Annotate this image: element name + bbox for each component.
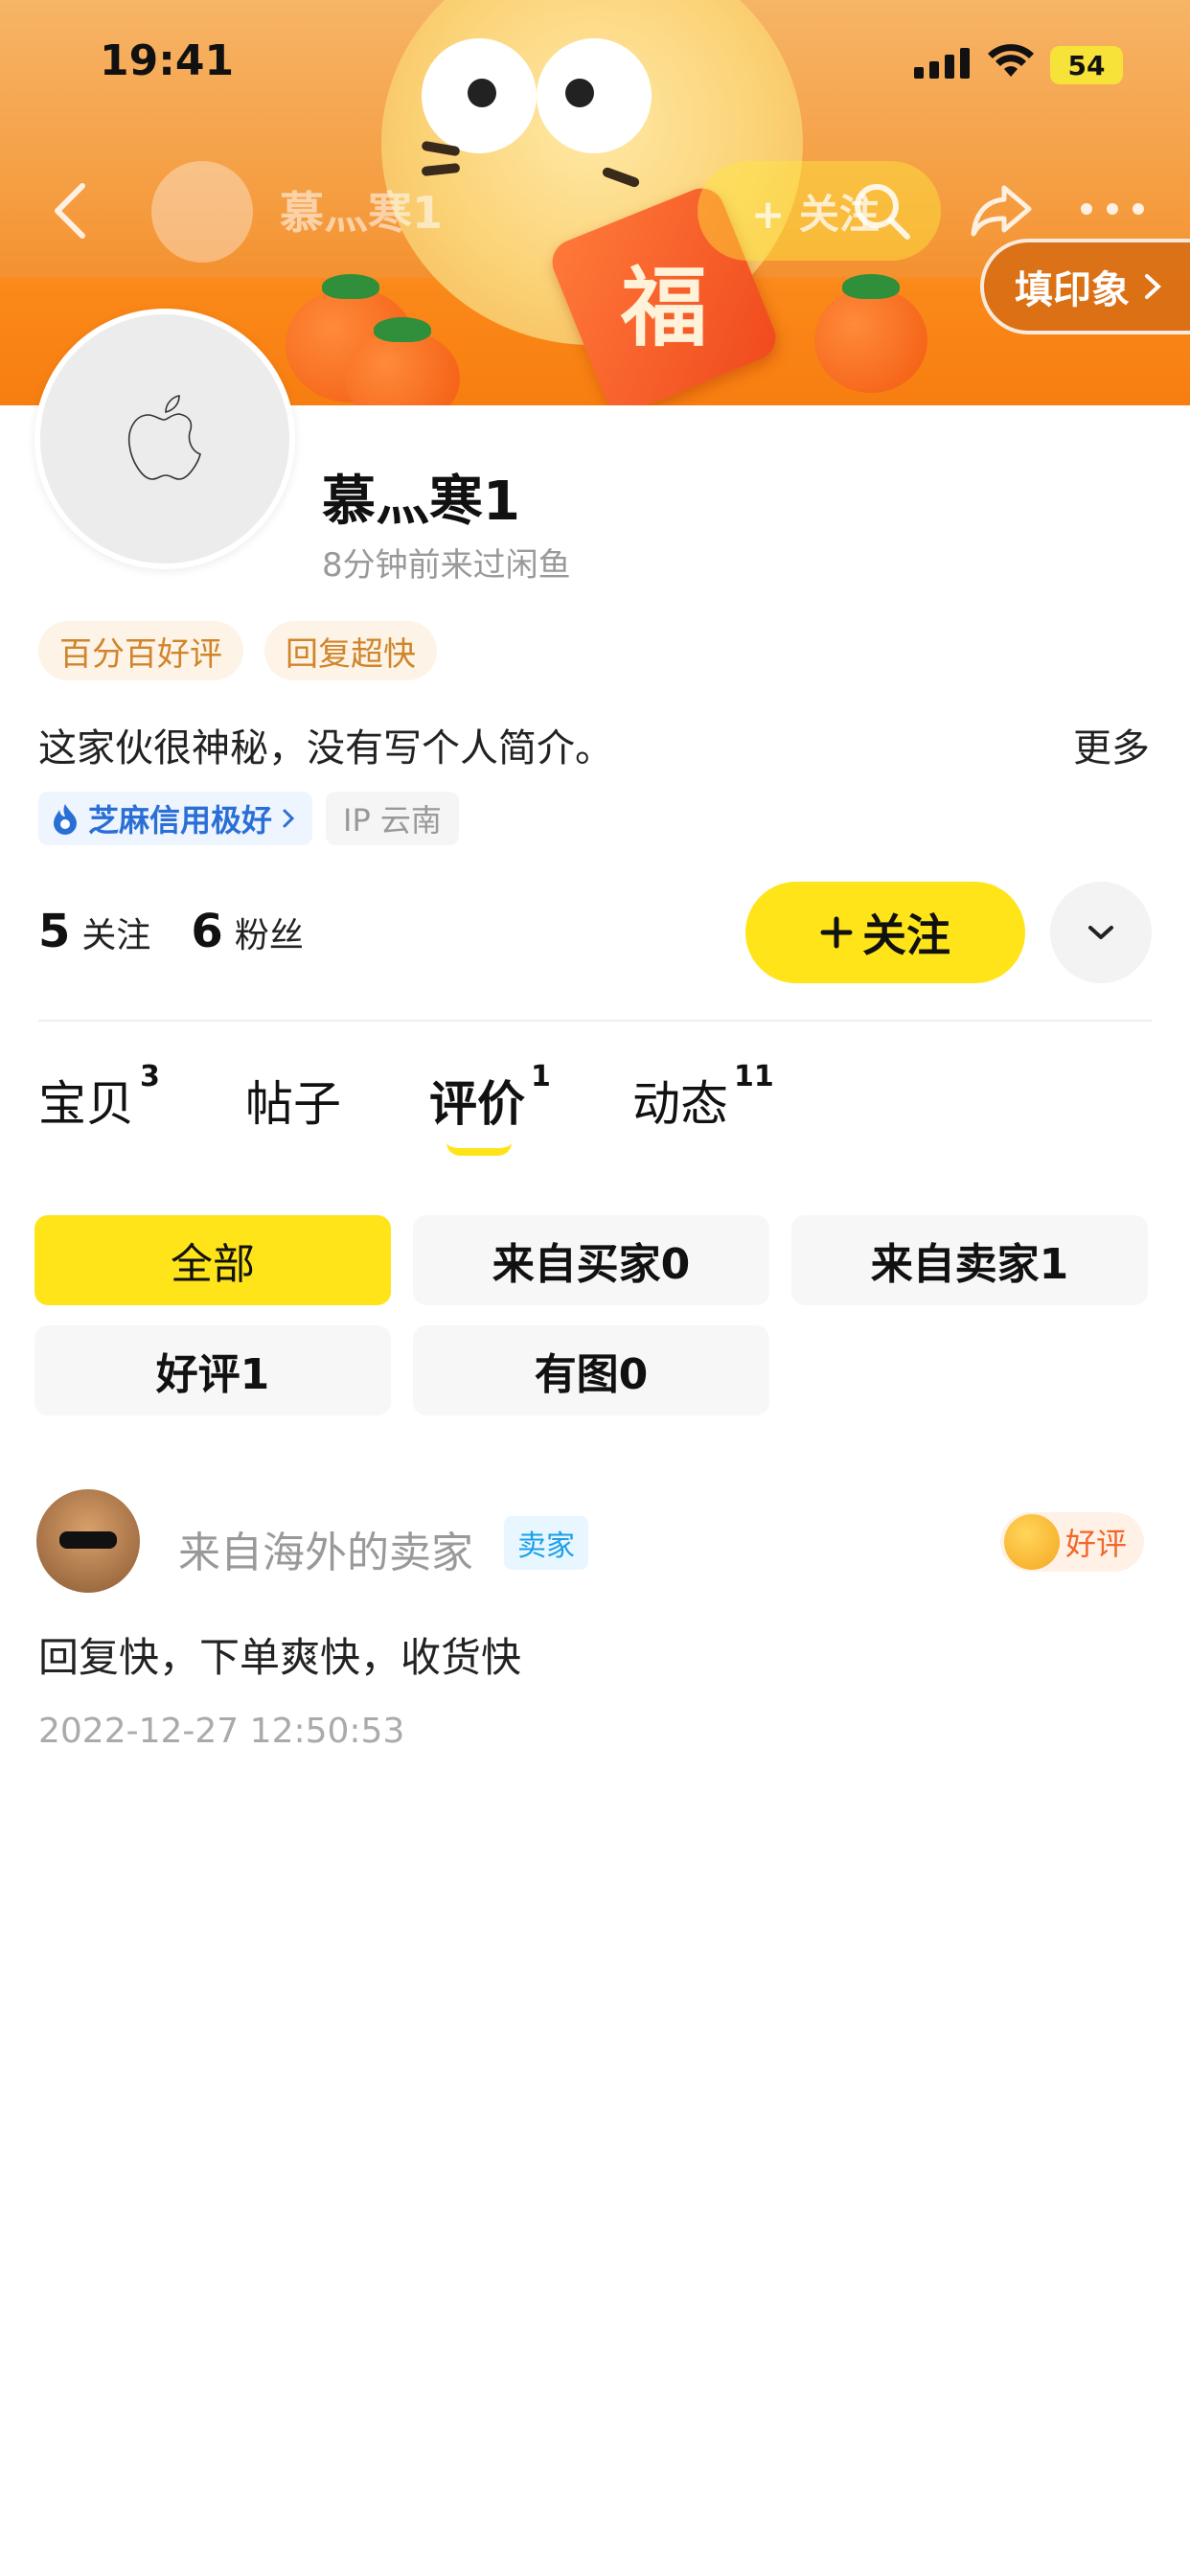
ip-location-tag: IP 云南 xyxy=(326,792,459,845)
profile-avatar[interactable] xyxy=(34,309,295,569)
filter-with-photos[interactable]: 有图0 xyxy=(413,1325,769,1415)
tiger-eye-left xyxy=(422,38,537,153)
following-label[interactable]: 关注 xyxy=(81,908,150,957)
plus-icon xyxy=(820,916,853,949)
persimmon-decoration xyxy=(814,274,927,393)
tab-items-label: 宝贝 xyxy=(38,1076,134,1132)
nav-avatar[interactable] xyxy=(151,161,253,263)
fu-character: 福 xyxy=(621,258,707,358)
wifi-icon xyxy=(988,44,1034,77)
follow-button[interactable]: 关注 xyxy=(745,882,1025,983)
reviewer-role-badge: 卖家 xyxy=(504,1516,588,1570)
chevron-right-icon xyxy=(283,809,295,828)
impression-label: 填印象 xyxy=(1015,268,1130,312)
review-timestamp: 2022-12-27 12:50:53 xyxy=(38,1712,405,1751)
active-tab-indicator xyxy=(446,1142,512,1156)
tab-activity[interactable]: 动态 11 xyxy=(632,1060,774,1135)
rating-label: 好评 xyxy=(1065,1526,1128,1562)
review-text: 回复快，下单爽快，收货快 xyxy=(38,1634,522,1681)
section-divider xyxy=(38,1020,1152,1022)
back-arrow-icon[interactable] xyxy=(50,182,88,240)
filter-positive[interactable]: 好评1 xyxy=(34,1325,391,1415)
more-actions-button[interactable] xyxy=(1050,882,1152,983)
tab-posts[interactable]: 帖子 xyxy=(245,1066,341,1135)
follow-stats: 5 关注 6 粉丝 xyxy=(38,905,332,958)
tiger-eye-right xyxy=(537,38,652,153)
reviewer-avatar[interactable] xyxy=(36,1489,140,1593)
follow-button-label: 关注 xyxy=(862,909,950,961)
fans-count[interactable]: 6 xyxy=(191,905,222,958)
chevron-down-icon xyxy=(1088,926,1113,939)
reviewer-name: 来自海外的卖家 xyxy=(178,1529,473,1577)
credit-label: 芝麻信用极好 xyxy=(88,802,273,839)
profile-name: 慕灬寒1 xyxy=(322,471,520,533)
search-icon[interactable] xyxy=(848,177,915,244)
flame-icon xyxy=(54,804,77,835)
tab-reviews-count: 1 xyxy=(531,1060,551,1093)
chevron-right-icon xyxy=(1145,274,1161,299)
share-icon[interactable] xyxy=(970,180,1033,238)
status-time: 19:41 xyxy=(100,36,235,85)
tab-activity-count: 11 xyxy=(734,1060,774,1093)
tab-activity-label: 动态 xyxy=(632,1076,728,1132)
filter-from-buyers[interactable]: 来自买家0 xyxy=(413,1215,769,1305)
tab-reviews-label: 评价 xyxy=(429,1076,525,1132)
tag-fast-reply: 回复超快 xyxy=(264,621,437,680)
last-seen-text: 8分钟前来过闲鱼 xyxy=(322,546,571,585)
nav-title: 慕灬寒1 xyxy=(280,187,444,239)
tag-positive-rating: 百分百好评 xyxy=(38,621,243,680)
fans-label[interactable]: 粉丝 xyxy=(235,908,304,957)
tab-reviews[interactable]: 评价 1 xyxy=(429,1060,551,1135)
following-count[interactable]: 5 xyxy=(38,905,70,958)
bio-more-link[interactable]: 更多 xyxy=(1073,717,1150,772)
tab-items-count: 3 xyxy=(140,1060,160,1093)
tab-items[interactable]: 宝贝 3 xyxy=(38,1060,160,1135)
bio-text: 这家伙很神秘，没有写个人简介。 xyxy=(38,726,613,770)
apple-logo-icon xyxy=(127,395,201,480)
cellular-signal-icon xyxy=(914,48,970,79)
fill-impression-button[interactable]: 填印象 xyxy=(980,239,1190,334)
smile-emoji-icon xyxy=(1004,1514,1060,1570)
filter-all[interactable]: 全部 xyxy=(34,1215,391,1305)
sesame-credit-badge[interactable]: 芝麻信用极好 xyxy=(38,792,313,845)
battery-indicator: 54 xyxy=(1050,46,1123,84)
filter-from-sellers[interactable]: 来自卖家1 xyxy=(791,1215,1148,1305)
more-options-icon[interactable] xyxy=(1081,203,1144,217)
rating-badge: 好评 xyxy=(1000,1512,1145,1572)
tab-posts-label: 帖子 xyxy=(245,1076,341,1132)
